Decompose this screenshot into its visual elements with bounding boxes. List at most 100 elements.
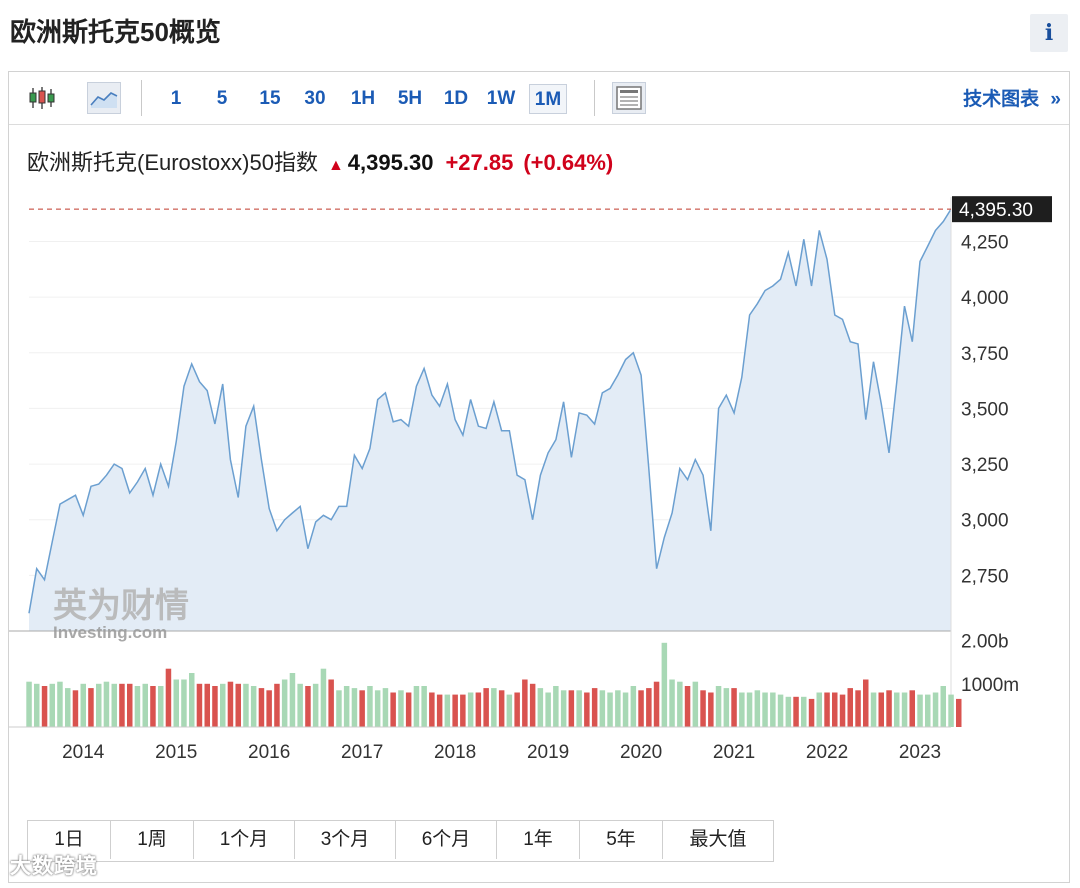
- volume-bar: [436, 694, 443, 727]
- volume-bar: [250, 686, 257, 727]
- range-3mo[interactable]: 3个月: [295, 821, 396, 859]
- y-tick-label: 2,750: [961, 566, 1009, 587]
- volume-bar: [34, 683, 40, 727]
- volume-bar: [49, 683, 55, 727]
- range-1mo[interactable]: 1个月: [194, 821, 295, 859]
- volume-bar: [398, 690, 404, 727]
- volume-bar: [134, 686, 141, 727]
- volume-bar: [189, 673, 195, 727]
- range-selector: 1日 1周 1个月 3个月 6个月 1年 5年 最大值: [27, 820, 774, 862]
- volume-bar: [622, 692, 629, 727]
- volume-bar: [584, 692, 590, 727]
- volume-bar: [351, 688, 358, 727]
- volume-bar: [336, 690, 342, 727]
- volume-bar: [429, 692, 435, 727]
- volume-bar: [475, 692, 482, 727]
- volume-bar: [506, 694, 513, 727]
- range-1y[interactable]: 1年: [497, 821, 580, 859]
- volume-bar: [669, 679, 675, 727]
- volume-bar: [72, 690, 79, 727]
- range-5y[interactable]: 5年: [580, 821, 663, 859]
- volume-tick-label: 2.00b: [961, 632, 1009, 653]
- volume-bar: [150, 686, 156, 727]
- volume-tick-label: 1000m: [961, 675, 1019, 696]
- x-tick-label: 2021: [713, 742, 755, 763]
- volume-bar: [568, 690, 575, 727]
- volume-bar: [863, 679, 869, 727]
- x-tick-label: 2019: [527, 742, 569, 763]
- bottom-watermark: 大数跨境: [10, 855, 98, 878]
- volume-bar: [808, 698, 815, 727]
- y-tick-label: 4,000: [961, 288, 1009, 309]
- volume-bar: [158, 686, 164, 727]
- volume-bar: [948, 694, 954, 727]
- volume-bar: [328, 679, 334, 727]
- volume-bar: [839, 694, 846, 727]
- volume-bar: [715, 686, 722, 727]
- volume-bar: [522, 679, 528, 727]
- volume-bar: [816, 692, 822, 727]
- volume-bar: [870, 692, 877, 727]
- volume-bar: [901, 692, 908, 727]
- volume-bar: [754, 690, 761, 727]
- investing-logo-watermark: 英为财情: [53, 586, 189, 626]
- range-1w[interactable]: 1周: [111, 821, 194, 859]
- volume-bar: [119, 683, 125, 727]
- volume-bar: [359, 690, 365, 727]
- volume-bar: [661, 642, 668, 727]
- volume-bar: [266, 690, 272, 727]
- volume-bar: [591, 688, 598, 727]
- volume-bar: [746, 692, 753, 727]
- volume-bar: [41, 686, 48, 727]
- investing-logo-watermark-text: Investing.com: [53, 623, 167, 642]
- volume-bar: [553, 686, 559, 727]
- volume-bar: [274, 683, 280, 727]
- volume-bar: [413, 686, 420, 727]
- volume-bar: [615, 690, 621, 727]
- volume-bar: [630, 686, 637, 727]
- volume-bar: [537, 688, 544, 727]
- volume-bar: [801, 696, 807, 727]
- volume-bar: [281, 679, 288, 727]
- volume-bar: [227, 681, 234, 727]
- x-tick-label: 2014: [62, 742, 105, 763]
- volume-bar: [405, 692, 412, 727]
- range-6mo[interactable]: 6个月: [396, 821, 497, 859]
- volume-bar: [220, 683, 226, 727]
- y-tick-label: 4,250: [961, 233, 1009, 254]
- volume-bar: [700, 690, 706, 727]
- info-button[interactable]: i: [1030, 14, 1068, 52]
- x-tick-label: 2022: [806, 742, 848, 763]
- volume-bar: [498, 690, 505, 727]
- volume-bar: [599, 690, 606, 727]
- volume-bar: [917, 694, 923, 727]
- volume-bar: [235, 683, 241, 727]
- volume-bar: [204, 683, 210, 727]
- volume-bar: [653, 681, 660, 727]
- volume-bar: [855, 690, 861, 727]
- price-chart[interactable]: 4,395.30 2,750 3,000 3,250 3,500 3,750 4,000 4,…: [9, 72, 1069, 772]
- volume-bar: [770, 692, 776, 727]
- volume-bar: [878, 692, 884, 727]
- volume-bar: [739, 692, 745, 727]
- volume-bar: [243, 683, 249, 727]
- volume-bar: [692, 681, 699, 727]
- volume-bar: [444, 694, 451, 727]
- volume-bar: [343, 686, 350, 727]
- volume-bar: [181, 679, 187, 727]
- x-tick-label: 2017: [341, 742, 383, 763]
- volume-bar: [390, 692, 396, 727]
- volume-bar: [460, 694, 466, 727]
- volume-bar: [777, 694, 784, 727]
- volume-bar: [26, 681, 32, 727]
- volume-bar: [382, 688, 389, 727]
- volume-bar: [165, 668, 172, 727]
- volume-bar: [545, 692, 551, 727]
- volume-bar: [731, 688, 737, 727]
- volume-bar: [374, 690, 381, 727]
- volume-bar: [142, 683, 148, 727]
- volume-bar: [940, 686, 946, 727]
- range-max[interactable]: 最大值: [663, 821, 773, 859]
- volume-bar: [560, 690, 567, 727]
- x-tick-label: 2020: [620, 742, 662, 763]
